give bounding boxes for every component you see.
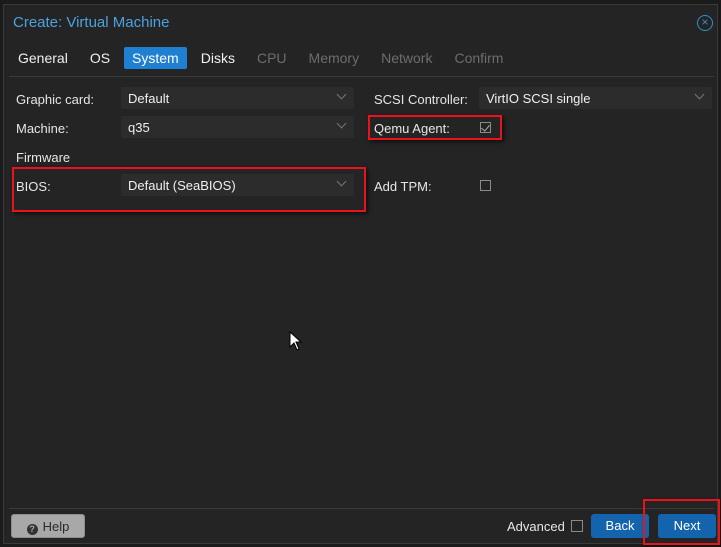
qemu-agent-highlight-box [368, 115, 502, 140]
system-panel [9, 76, 714, 509]
graphic-card-value: Default [128, 91, 170, 106]
help-button-label: Help [42, 519, 70, 534]
scsi-controller-label: SCSI Controller: [374, 92, 468, 107]
advanced-checkbox[interactable] [571, 520, 583, 532]
chevron-down-icon [336, 118, 347, 129]
add-tpm-checkbox[interactable] [480, 180, 491, 191]
tab-system[interactable]: System [124, 47, 187, 69]
add-tpm-label: Add TPM: [374, 179, 432, 194]
graphic-card-label: Graphic card: [16, 92, 95, 107]
bios-highlight-box [12, 167, 366, 212]
advanced-label: Advanced [507, 519, 565, 534]
tab-os[interactable]: OS [82, 47, 118, 69]
tab-memory: Memory [308, 50, 360, 66]
close-icon[interactable]: × [697, 15, 713, 31]
chevron-down-icon [336, 89, 347, 100]
tab-disks[interactable]: Disks [193, 47, 243, 69]
wizard-tabs: General OS System Disks CPU Memory Netwo… [10, 47, 517, 71]
tab-general[interactable]: General [10, 47, 76, 69]
firmware-heading: Firmware [16, 150, 71, 165]
scsi-controller-select[interactable]: VirtIO SCSI single [479, 87, 712, 109]
mouse-cursor-icon [289, 331, 303, 351]
next-highlight-box [643, 499, 720, 545]
question-circle-icon: ? [26, 524, 38, 535]
scsi-controller-value: VirtIO SCSI single [486, 91, 591, 106]
back-button[interactable]: Back [591, 514, 649, 538]
chevron-down-icon [694, 89, 705, 100]
help-button[interactable]: ? Help [11, 514, 85, 538]
graphic-card-select[interactable]: Default [121, 87, 354, 109]
tab-cpu: CPU [256, 50, 287, 66]
tab-confirm: Confirm [454, 50, 504, 66]
machine-label: Machine: [16, 121, 69, 136]
tab-network: Network [381, 50, 433, 66]
dialog-title: Create: Virtual Machine [13, 14, 170, 31]
create-vm-dialog: Create: Virtual Machine × General OS Sys… [3, 4, 720, 545]
machine-select[interactable]: q35 [121, 116, 354, 138]
machine-value: q35 [128, 120, 150, 135]
